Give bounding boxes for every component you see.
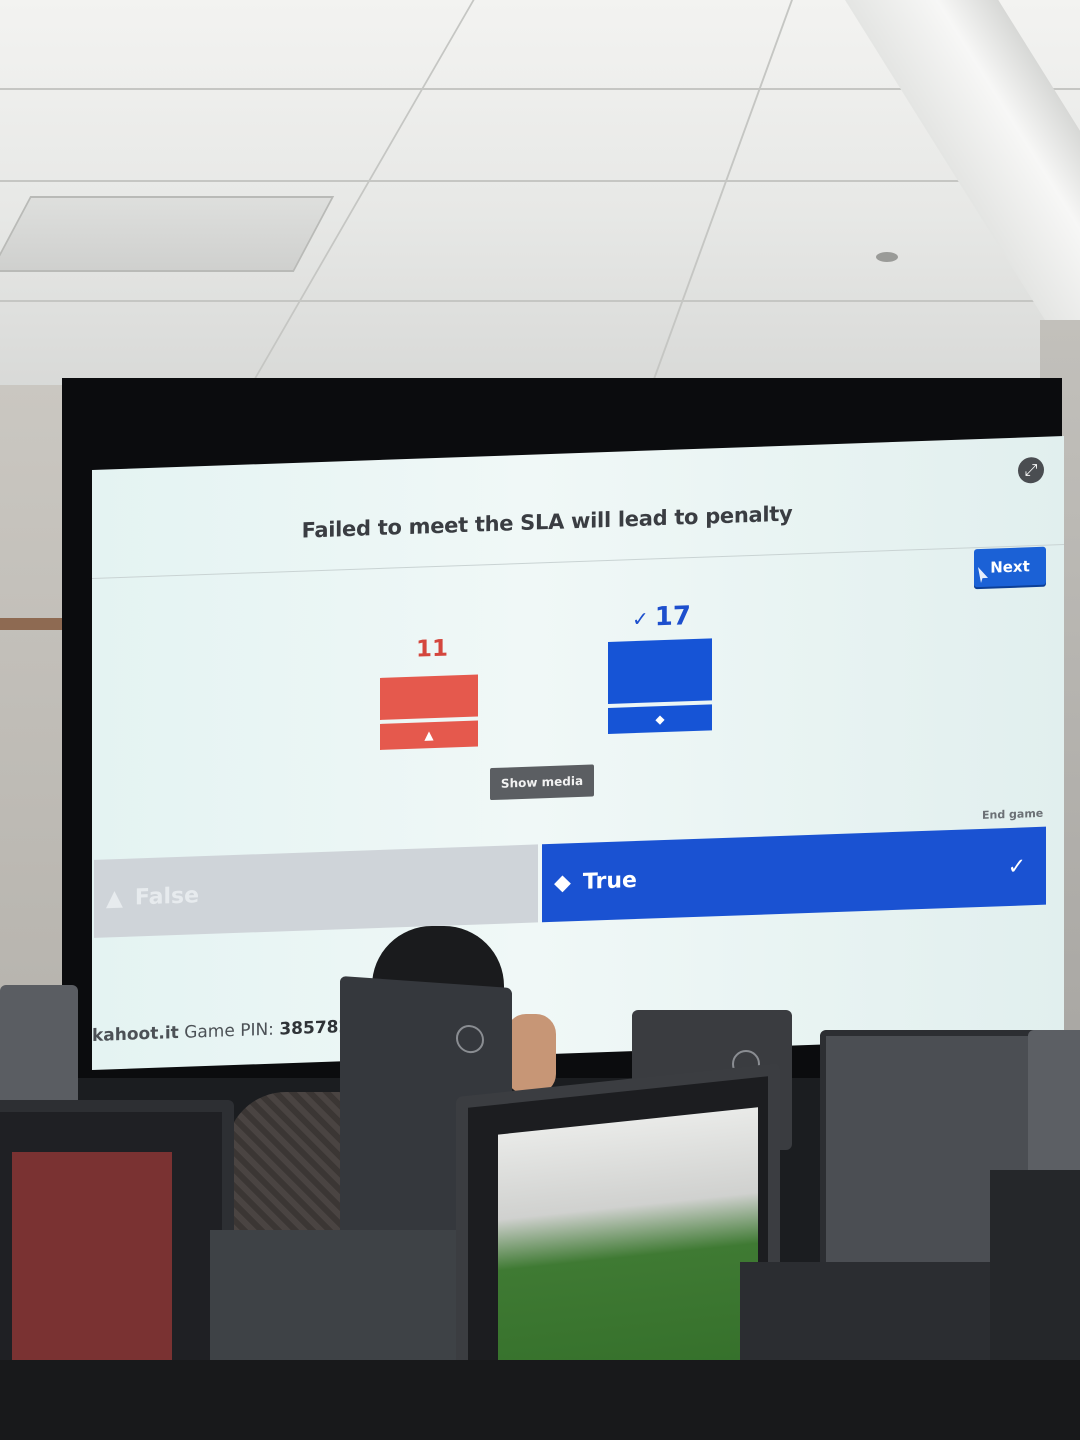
answer-true: ◆ True ✓ — [542, 827, 1046, 923]
show-media-button[interactable]: Show media — [490, 764, 594, 800]
false-count: 11 — [416, 636, 448, 663]
desk — [0, 1360, 1080, 1440]
sprinkler — [876, 252, 898, 262]
false-result-bar — [380, 675, 478, 720]
false-result-base: ▲ — [380, 721, 478, 750]
game-footer: kahoot.it Game PIN: 385782 — [92, 1017, 350, 1046]
diamond-icon: ◆ — [554, 870, 571, 896]
ceiling-tile-line — [649, 0, 793, 390]
answer-true-label: True — [583, 867, 637, 894]
true-result-base: ◆ — [608, 704, 712, 734]
question-title: Failed to meet the SLA will lead to pena… — [92, 494, 1002, 550]
ceiling-tile-line — [0, 300, 1080, 302]
end-game-link[interactable]: End game — [982, 807, 1043, 822]
ceiling-vent — [0, 196, 334, 272]
next-button[interactable]: Next — [974, 547, 1046, 588]
triangle-icon: ▲ — [424, 728, 433, 742]
classroom-photo: ⤢ Failed to meet the SLA will lead to pe… — [0, 0, 1080, 1440]
triangle-icon: ▲ — [106, 885, 123, 911]
ceiling-tile-line — [247, 0, 474, 390]
dell-logo-icon — [456, 1024, 484, 1054]
answer-false: ▲ False — [94, 844, 538, 938]
projected-kahoot-screen: ⤢ Failed to meet the SLA will lead to pe… — [92, 436, 1064, 1070]
diamond-icon: ◆ — [655, 712, 664, 726]
monitor-left-back — [0, 985, 78, 1115]
correct-check-icon: ✓ — [632, 607, 649, 632]
expand-icon[interactable]: ⤢ — [1018, 457, 1044, 484]
true-result-bar — [608, 638, 712, 704]
game-pin-label: Game PIN: — [184, 1020, 274, 1043]
true-count-label: ✓17 — [632, 601, 691, 633]
student-hand — [506, 1014, 556, 1094]
checkmark-icon: ✓ — [1008, 854, 1026, 880]
kahoot-slide: ⤢ Failed to meet the SLA will lead to pe… — [92, 436, 1064, 1070]
kahoot-site: kahoot.it — [92, 1023, 179, 1046]
header-divider — [92, 544, 1064, 579]
true-count: 17 — [655, 601, 691, 632]
answer-false-label: False — [135, 883, 199, 910]
ceiling-tile-line — [0, 180, 1080, 182]
